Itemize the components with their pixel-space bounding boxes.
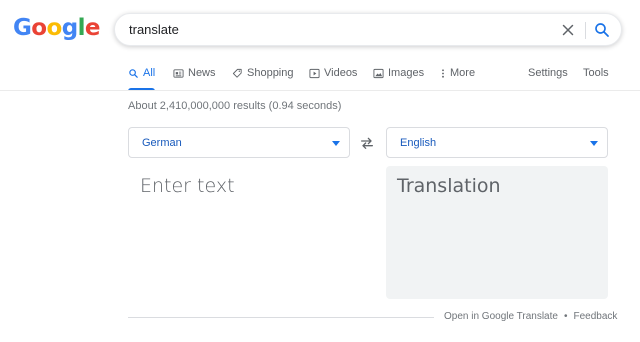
search-box (114, 13, 622, 46)
tab-images[interactable]: Images (373, 67, 424, 91)
target-language-select[interactable]: English (386, 127, 608, 158)
tab-news[interactable]: News (173, 67, 216, 91)
footer-separator: • (563, 311, 568, 322)
open-in-google-translate-link[interactable]: Open in Google Translate (444, 311, 558, 322)
tab-label: News (188, 67, 216, 79)
tag-icon (232, 68, 242, 78)
search-icon (129, 69, 138, 78)
footer-divider (128, 317, 434, 318)
translation-output: Translation (386, 166, 608, 299)
header-divider (0, 90, 640, 91)
tab-videos[interactable]: Videos (309, 67, 357, 91)
input-placeholder: Enter text (140, 175, 235, 197)
source-language-label: German (142, 137, 182, 149)
result-stats: About 2,410,000,000 results (0.94 second… (128, 100, 342, 112)
news-icon (173, 69, 184, 78)
search-icon[interactable] (593, 21, 611, 39)
logo-letter: o (46, 15, 62, 41)
tab-label: Images (388, 67, 425, 79)
logo-letter: o (31, 15, 47, 41)
source-text-input[interactable]: Enter text (128, 166, 350, 298)
logo-letter: g (61, 15, 78, 41)
tab-label: More (450, 67, 476, 79)
search-separator (585, 22, 586, 39)
swap-languages-icon[interactable] (359, 135, 375, 151)
tab-label: Shopping (247, 67, 294, 79)
logo-letter: l (77, 15, 86, 41)
translate-footer: Open in Google Translate • Feedback (444, 311, 617, 322)
logo-letter: e (84, 15, 101, 41)
tab-all[interactable]: All (128, 67, 156, 91)
logo-letter: G (13, 15, 32, 41)
settings-link[interactable]: Settings (528, 67, 568, 79)
more-vert-icon (442, 69, 444, 78)
close-icon[interactable] (559, 21, 577, 39)
search-input[interactable] (129, 22, 529, 37)
play-icon (309, 68, 320, 79)
chevron-down-icon (590, 141, 598, 146)
chevron-down-icon (332, 141, 340, 146)
source-language-select[interactable]: German (128, 127, 350, 158)
tab-more[interactable]: More (440, 67, 475, 91)
tab-label: All (143, 67, 156, 79)
output-placeholder: Translation (397, 175, 501, 197)
tools-link[interactable]: Tools (583, 67, 609, 79)
google-logo[interactable]: Google (13, 15, 100, 41)
target-language-label: English (400, 137, 437, 149)
image-icon (373, 68, 384, 79)
tab-label: Videos (324, 67, 358, 79)
tab-shopping[interactable]: Shopping (232, 67, 294, 91)
feedback-link[interactable]: Feedback (573, 311, 617, 322)
